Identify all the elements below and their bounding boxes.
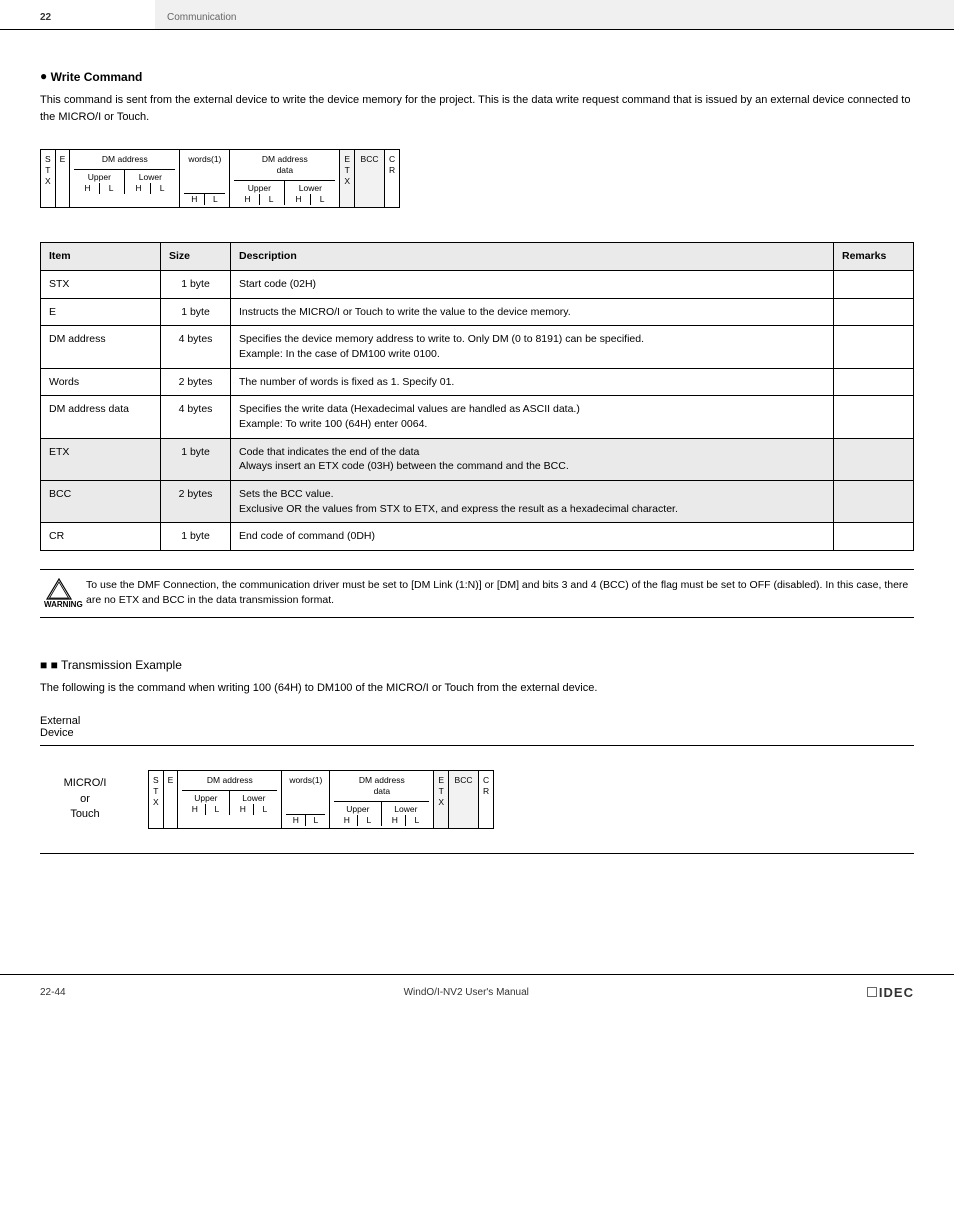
warning-icon: WARNING	[44, 578, 74, 609]
table-row: E1 byteInstructs the MICRO/I or Touch to…	[41, 298, 914, 326]
write-command-heading: ● Write Command	[40, 70, 914, 84]
frame-bcc: BCC	[355, 149, 385, 208]
transmission-example-intro: The following is the command when writin…	[40, 680, 914, 697]
write-command-intro: This command is sent from the external d…	[40, 92, 914, 125]
tx-words: words(1) HL	[282, 770, 330, 829]
table-row: Words2 bytesThe number of words is fixed…	[41, 368, 914, 396]
chapter-number: 22	[0, 0, 155, 29]
frame-etx: E T X	[340, 149, 355, 208]
table-row: DM address data4 bytesSpecifies the writ…	[41, 396, 914, 438]
chapter-title: Communication	[155, 0, 954, 29]
write-command-frame: S T X E DM address Upper HL Lower HL wor…	[40, 149, 400, 208]
tx-dm-data: DM address data Upper HL Lower HL	[330, 770, 434, 829]
frame-dm-address: DM address Upper HL Lower HL	[70, 149, 180, 208]
page-number: 22-44	[40, 987, 66, 998]
tx-bcc: BCC	[449, 770, 479, 829]
warning-box: WARNING To use the DMF Connection, the c…	[40, 569, 914, 618]
tx-e: E	[164, 770, 179, 829]
transmission-example-heading: ■ ■ Transmission Example	[40, 658, 914, 672]
th-size: Size	[161, 243, 231, 271]
frame-e: E	[56, 149, 71, 208]
frame-words: words(1) HL	[180, 149, 230, 208]
tx-cr: C R	[479, 770, 494, 829]
table-row: STX1 byteStart code (02H)	[41, 270, 914, 298]
th-remarks: Remarks	[834, 243, 914, 271]
tx-stx: S T X	[148, 770, 164, 829]
tx-dm-address: DM address Upper HL Lower HL	[178, 770, 282, 829]
th-item: Item	[41, 243, 161, 271]
page-footer: 22-44 WindO/I-NV2 User's Manual IDEC	[0, 974, 954, 1000]
table-row: ETX1 byteCode that indicates the end of …	[41, 438, 914, 480]
field-description-table: Item Size Description Remarks STX1 byteS…	[40, 242, 914, 551]
th-desc: Description	[231, 243, 834, 271]
table-row: DM address4 bytesSpecifies the device me…	[41, 326, 914, 368]
frame-stx: S T X	[40, 149, 56, 208]
warning-text: To use the DMF Connection, the communica…	[86, 578, 910, 607]
table-row: CR1 byteEnd code of command (0DH)	[41, 523, 914, 551]
frame-dm-data: DM address data Upper HL Lower HL	[230, 149, 340, 208]
external-device-label: External Device	[40, 715, 914, 739]
frame-cr: C R	[385, 149, 400, 208]
communication-diagram: MICRO/I or Touch S T X E DM address Uppe…	[40, 745, 914, 854]
table-row: BCC2 bytesSets the BCC value. Exclusive …	[41, 481, 914, 523]
tx-etx: E T X	[434, 770, 449, 829]
idec-logo: IDEC	[867, 985, 914, 1000]
manual-title: WindO/I-NV2 User's Manual	[404, 987, 529, 998]
micro-i-touch-label: MICRO/I or Touch	[40, 776, 130, 822]
